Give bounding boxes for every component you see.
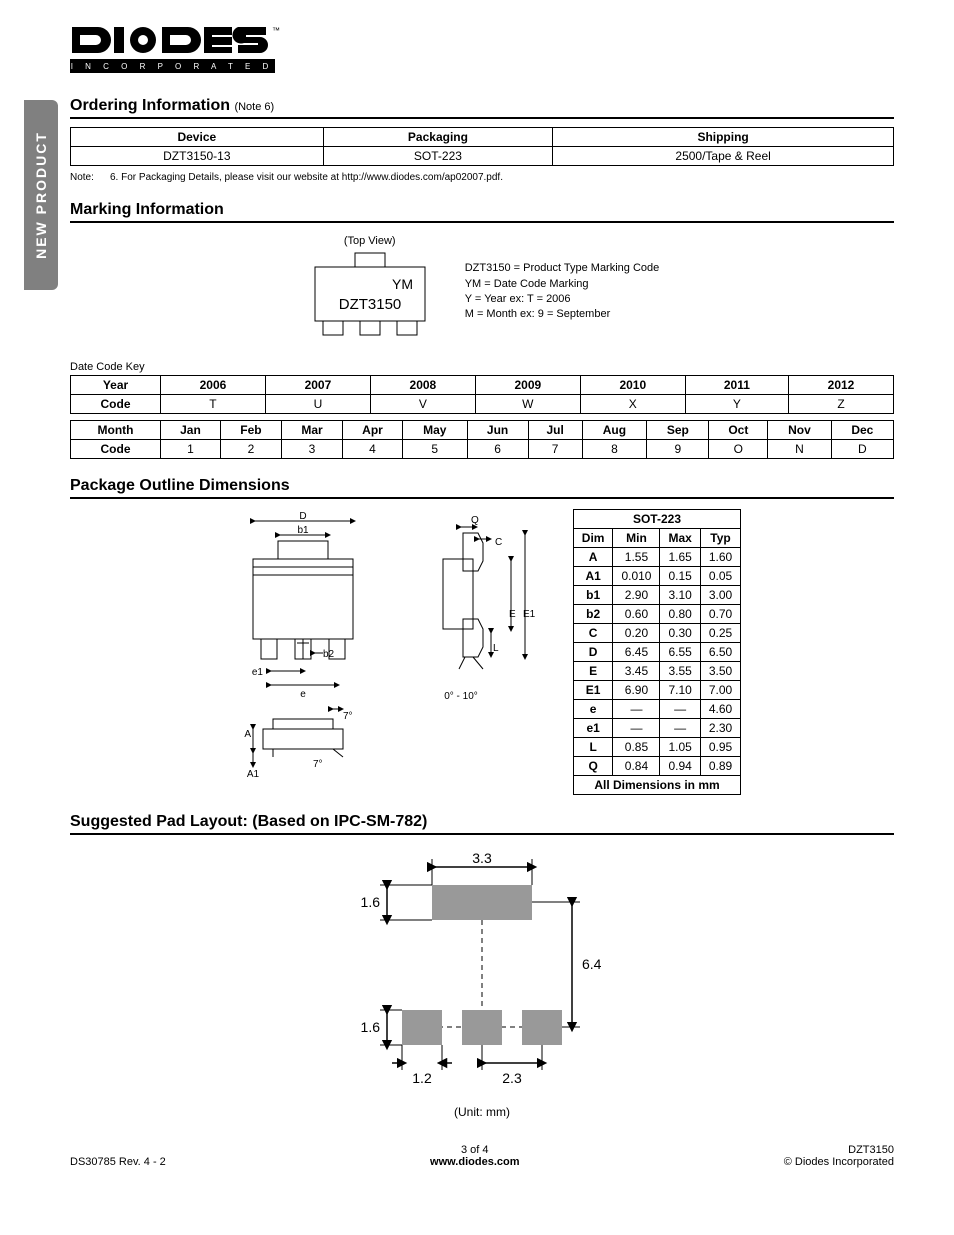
svg-text:b2: b2 (323, 649, 335, 660)
th-packaging: Packaging (323, 128, 553, 147)
svg-text:Q: Q (471, 515, 479, 526)
svg-text:e1: e1 (252, 667, 264, 678)
svg-text:A: A (244, 729, 251, 740)
svg-text:1.6: 1.6 (361, 894, 381, 910)
svg-text:b1: b1 (297, 525, 309, 536)
svg-text:0° - 10°: 0° - 10° (444, 691, 478, 702)
ordering-note: Note:6. For Packaging Details, please vi… (70, 172, 894, 183)
th-shipping: Shipping (553, 128, 894, 147)
svg-text:E: E (509, 609, 516, 620)
th-device: Device (71, 128, 324, 147)
pad-heading: Suggested Pad Layout: (Based on IPC-SM-7… (70, 813, 894, 835)
td-packaging: SOT-223 (323, 147, 553, 166)
marking-diagram: (Top View) YM DZT3150 (305, 235, 435, 349)
svg-text:A1: A1 (247, 769, 260, 780)
td-device: DZT3150-13 (71, 147, 324, 166)
pad-layout-diagram: 3.3 1.6 6.4 1.6 1.2 2.3 (70, 845, 894, 1095)
package-diagram-top: D b1 b2 e1 e A A1 7° 7° (223, 509, 393, 792)
svg-text:e: e (300, 689, 306, 700)
ordering-table: Device Packaging Shipping DZT3150-13 SOT… (70, 127, 894, 166)
footer-center: 3 of 4 www.diodes.com (430, 1144, 519, 1168)
svg-text:2.3: 2.3 (502, 1070, 522, 1086)
ordering-heading: Ordering Information (Note 6) (70, 97, 894, 119)
dims-table: SOT-223 DimMinMaxTyp A1.551.651.60 A10.0… (573, 509, 741, 795)
package-heading: Package Outline Dimensions (70, 477, 894, 499)
svg-text:I N C O R P O R A T E D: I N C O R P O R A T E D (71, 62, 274, 71)
svg-text:YM: YM (392, 276, 413, 292)
year-code-table: Year 2006200720082009201020112012 Code T… (70, 375, 894, 414)
svg-text:1.2: 1.2 (412, 1070, 432, 1086)
page-footer: DS30785 Rev. 4 - 2 3 of 4 www.diodes.com… (0, 1144, 954, 1198)
svg-text:C: C (495, 537, 502, 548)
footer-right: DZT3150 © Diodes Incorporated (784, 1144, 894, 1168)
date-code-key-label: Date Code Key (70, 361, 894, 373)
svg-text:L: L (493, 643, 499, 654)
pad-unit: (Unit: mm) (70, 1105, 894, 1119)
package-diagram-side: Q C E E1 L 0° - 10° (423, 509, 543, 732)
marking-legend: DZT3150 = Product Type Marking Code YM =… (465, 261, 660, 323)
svg-text:3.3: 3.3 (472, 850, 492, 866)
svg-text:7°: 7° (343, 711, 353, 722)
month-code-table: Month JanFebMarAprMayJunJulAugSepOctNovD… (70, 420, 894, 459)
dims-table-wrap: SOT-223 DimMinMaxTyp A1.551.651.60 A10.0… (573, 509, 741, 795)
svg-text:7°: 7° (313, 759, 323, 770)
svg-text:1.6: 1.6 (361, 1019, 381, 1035)
td-shipping: 2500/Tape & Reel (553, 147, 894, 166)
diodes-logo: ™ I N C O R P O R A T E D (70, 25, 894, 77)
svg-text:6.4: 6.4 (582, 956, 602, 972)
svg-text:™: ™ (272, 26, 280, 35)
svg-text:DZT3150: DZT3150 (338, 296, 401, 313)
marking-heading: Marking Information (70, 201, 894, 223)
svg-text:D: D (299, 511, 306, 522)
footer-left: DS30785 Rev. 4 - 2 (70, 1156, 166, 1168)
